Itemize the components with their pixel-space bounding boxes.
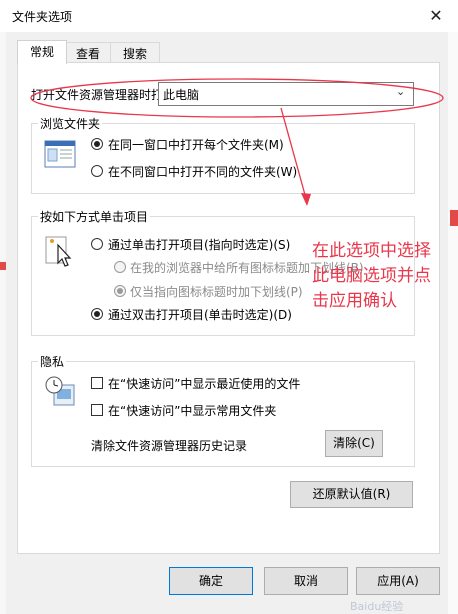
annotation-text-line3: 击应用确认 xyxy=(312,291,397,311)
tab-general[interactable]: 常规 xyxy=(17,40,67,64)
annotation-text-line1: 在此选项中选择 xyxy=(312,241,431,261)
annotation-text-line2: 此电脑选项并点 xyxy=(312,266,431,286)
annotation-ellipse xyxy=(30,78,444,118)
annotation-arrow-head xyxy=(301,193,311,206)
annotation-arrow-line xyxy=(280,107,308,203)
watermark: Baidu经验 xyxy=(350,600,404,613)
